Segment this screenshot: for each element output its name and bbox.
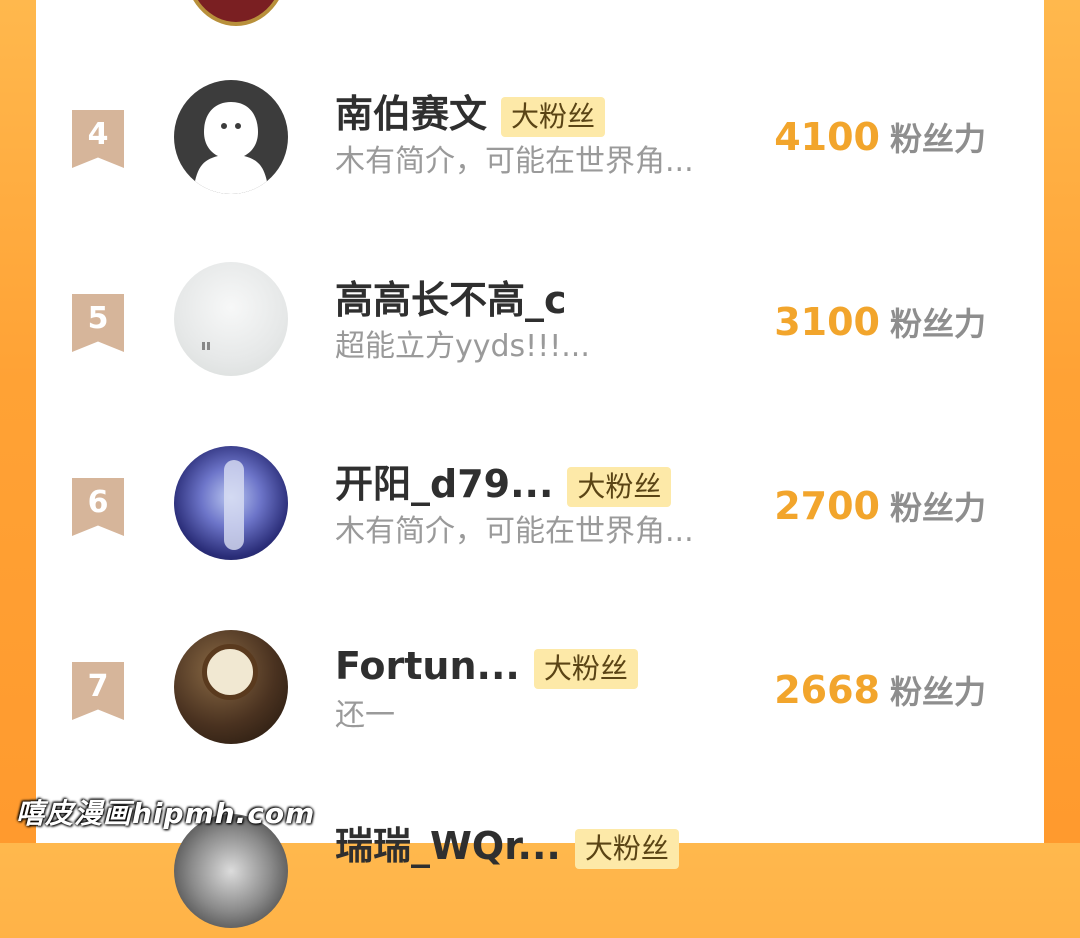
rank-ribbon: 5 xyxy=(72,294,124,352)
user-intro: 木有简介，可能在世界角... xyxy=(335,514,694,549)
user-intro: 超能立方yyds!!!... xyxy=(335,329,590,364)
user-name[interactable]: 开阳_d79... 大粉丝 xyxy=(335,462,672,507)
list-item[interactable]: 6 开阳_d79... 大粉丝 木有简介，可能在世界角... 2700 粉丝力 xyxy=(36,440,1044,570)
big-fan-badge: 大粉丝 xyxy=(501,96,606,137)
fan-ranking-list: 4 南伯赛文 大粉丝 木有简介，可能在世界角... 4100 粉丝力 5 高高长不高… xyxy=(36,0,1044,928)
fan-score: 4100 粉丝力 xyxy=(774,115,986,159)
big-fan-badge: 大粉丝 xyxy=(574,828,679,869)
default-avatar-icon xyxy=(193,102,269,194)
rank-ribbon: 4 xyxy=(72,110,124,168)
big-fan-badge: 大粉丝 xyxy=(567,466,672,507)
avatar[interactable] xyxy=(174,80,288,194)
list-item[interactable]: 7 Fortun... 大粉丝 还一 2668 粉丝力 xyxy=(36,624,1044,754)
user-intro: 木有简介，可能在世界角... xyxy=(335,144,694,179)
avatar[interactable] xyxy=(174,630,288,744)
rank-ribbon: 6 xyxy=(72,478,124,536)
list-item[interactable]: 4 南伯赛文 大粉丝 木有简介，可能在世界角... 4100 粉丝力 xyxy=(36,72,1044,202)
watermark: 嘻皮漫画hipmh.com xyxy=(16,797,316,830)
avatar[interactable] xyxy=(174,446,288,560)
avatar-rank-3[interactable] xyxy=(184,0,288,26)
rank-ribbon: 7 xyxy=(72,662,124,720)
fan-score: 3100 粉丝力 xyxy=(774,300,986,344)
user-intro: 还一 xyxy=(335,698,395,733)
fan-score: 2700 粉丝力 xyxy=(774,484,986,528)
fan-score: 2668 粉丝力 xyxy=(774,668,986,712)
big-fan-badge: 大粉丝 xyxy=(533,648,638,689)
user-name[interactable]: 南伯赛文 大粉丝 xyxy=(335,92,606,137)
avatar[interactable] xyxy=(174,262,288,376)
list-item[interactable]: 5 高高长不高_c 超能立方yyds!!!... 3100 粉丝力 xyxy=(36,256,1044,386)
user-name[interactable]: 瑞瑞_WQr... 大粉丝 xyxy=(335,824,679,869)
user-name[interactable]: Fortun... 大粉丝 xyxy=(335,644,638,689)
user-name[interactable]: 高高长不高_c xyxy=(335,278,567,322)
